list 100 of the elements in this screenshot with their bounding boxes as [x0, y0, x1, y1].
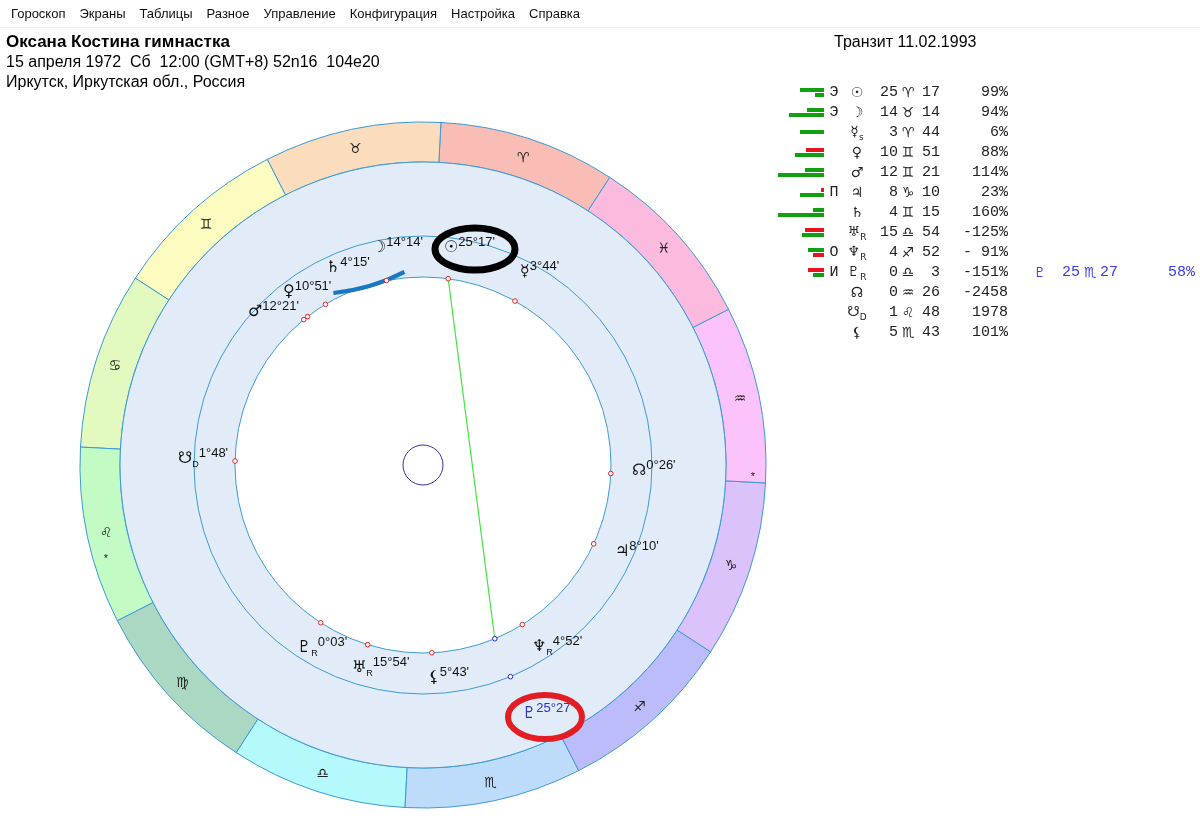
sign-glyph: ♌: [99, 524, 113, 541]
table-cell: 26: [922, 283, 940, 301]
table-cell: 5: [889, 323, 898, 341]
menu-item[interactable]: Конфигурация: [342, 6, 445, 21]
sign-symbol: ♊: [901, 144, 915, 160]
table-cell: 101%: [972, 323, 1008, 341]
table-cell: 12: [880, 163, 898, 181]
table-cell: 44: [922, 123, 940, 141]
center-circle: [402, 444, 444, 486]
sign-glyph: ♋: [108, 356, 122, 373]
menu-item[interactable]: Таблицы: [132, 6, 200, 21]
table-cell: Э: [829, 103, 839, 121]
sign-symbol: ♎: [901, 264, 915, 280]
table-cell: 10: [880, 143, 898, 161]
table-cell: -151%: [963, 263, 1008, 281]
table-cell: 8: [889, 183, 898, 201]
menu-item[interactable]: Разное: [199, 6, 257, 21]
planet-label: ♇$_{R}$ 0°03': [297, 634, 348, 658]
sign-glyph: ♏: [484, 773, 497, 790]
chart-title: Оксана Костина гимнастка: [6, 32, 230, 52]
sign-symbol: ♒: [901, 284, 915, 300]
planet-symbol: ♆$_{R}$: [847, 242, 867, 262]
sign-symbol: ♌: [901, 304, 915, 320]
table-cell: П: [829, 183, 839, 201]
table-cell: 160%: [972, 203, 1008, 221]
position-dot: [383, 277, 390, 284]
position-dot: [322, 301, 329, 308]
table-cell: 15: [880, 223, 898, 241]
sign-mark: *: [750, 469, 756, 482]
table-cell: 23%: [981, 183, 1008, 201]
sign-symbol: ♈: [901, 84, 915, 100]
table-cell: 10: [922, 183, 940, 201]
birth-details: 15 апреля 1972 Сб 12:00 (GMT+8) 52n16 104e20: [6, 52, 380, 72]
menu-item[interactable]: Экраны: [72, 6, 133, 21]
position-dot: [608, 470, 614, 477]
table-cell: 54: [922, 223, 940, 241]
table-cell: 4: [889, 243, 898, 261]
table-cell: И: [829, 263, 839, 281]
sign-symbol: ♈: [901, 124, 915, 140]
table-cell: 0: [889, 283, 898, 301]
table-cell: 88%: [981, 143, 1008, 161]
menu-item[interactable]: Справка: [522, 6, 588, 21]
position-dot: [492, 635, 498, 642]
sign-symbol: ♊: [901, 164, 915, 180]
table-cell: 27: [1100, 263, 1118, 281]
sign-glyph: ♉: [349, 140, 362, 157]
sign-glyph: ♊: [199, 216, 213, 233]
sign-mark: *: [103, 551, 108, 564]
menu-item[interactable]: Настройка: [444, 6, 523, 21]
table-cell: -125%: [963, 223, 1008, 241]
sign-glyph: ♒: [733, 389, 747, 406]
table-cell: 48: [922, 303, 940, 321]
position-dot: [512, 298, 518, 304]
table-cell: 3: [889, 123, 898, 141]
position-dot: [519, 621, 526, 628]
sign-symbol: ♊: [901, 204, 915, 220]
position-dot: [317, 619, 324, 626]
planet-label: ♆$_{R}$ 4°52': [532, 633, 583, 657]
planet-symbol: ♇$_{R}$: [847, 262, 867, 282]
menu-item[interactable]: Гороскоп: [4, 6, 73, 21]
sign-symbol: ♑: [901, 184, 915, 200]
sign-glyph: ♈: [516, 148, 530, 165]
table-cell: 1: [889, 303, 898, 321]
sign-symbol: ♐: [901, 244, 915, 260]
menu-item[interactable]: Управление: [256, 6, 343, 21]
planet-symbol: ☊: [850, 284, 864, 300]
table-cell: О: [829, 243, 839, 261]
sign-glyph: ♐: [633, 697, 647, 714]
table-cell: 3: [931, 263, 940, 281]
sign-symbol: ♏: [1083, 264, 1097, 280]
table-cell: 15: [922, 203, 940, 221]
sign-glyph: ♑: [724, 557, 738, 574]
position-dot: [232, 458, 238, 464]
table-cell: 14: [922, 103, 940, 121]
sign-glyph: ♓: [657, 240, 671, 257]
table-cell: -2458: [963, 283, 1008, 301]
table-cell: 21: [922, 163, 940, 181]
table-cell: 25: [1062, 263, 1080, 281]
table-cell: 4: [889, 203, 898, 221]
planet-symbol: ♀: [851, 144, 863, 160]
transit-date: Транзит 11.02.1993: [834, 32, 977, 52]
planet-symbol: ⚸: [851, 324, 863, 340]
position-dot: [364, 641, 371, 648]
planet-symbol: ☋$_{D}$: [847, 302, 867, 322]
sign-glyph: ♎: [316, 765, 330, 782]
sign-symbol: ♉: [901, 104, 915, 120]
table-cell: 1978: [972, 303, 1008, 321]
table-cell: Э: [829, 83, 839, 101]
table-cell: 94%: [981, 103, 1008, 121]
position-dot: [429, 650, 435, 656]
table-cell: 52: [922, 243, 940, 261]
table-cell: 58%: [1168, 263, 1195, 281]
table-cell: 17: [922, 83, 940, 101]
table-cell: 99%: [981, 83, 1008, 101]
table-cell: 25: [880, 83, 898, 101]
planet-symbol: ☿$_{s}$: [850, 122, 864, 142]
table-cell: 114%: [972, 163, 1008, 181]
table-cell: 14: [880, 103, 898, 121]
sign-symbol: ♏: [901, 324, 915, 340]
table-cell: 51: [922, 143, 940, 161]
